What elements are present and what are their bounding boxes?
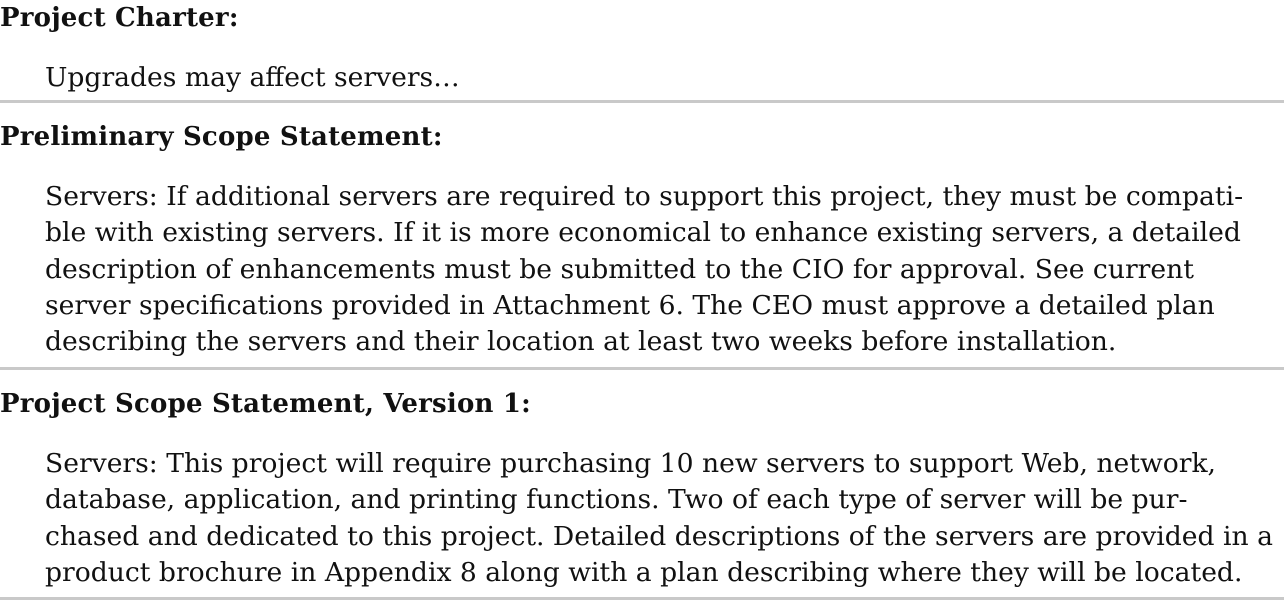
- section-text-line: chased and dedicated to this project. De…: [45, 521, 1273, 552]
- section-text-line: server specifications provided in Attach…: [45, 290, 1215, 321]
- section-text-line: Upgrades may affect servers…: [45, 62, 460, 93]
- section-heading-project-charter: Project Charter:: [0, 3, 239, 33]
- section-text-line: product brochure in Appendix 8 along wit…: [45, 557, 1243, 588]
- section-text-line: Servers: If additional servers are requi…: [45, 181, 1244, 212]
- section-text-line: description of enhancements must be subm…: [45, 254, 1194, 285]
- section-text-line: describing the servers and their locatio…: [45, 326, 1117, 357]
- section-text-line: ble with existing servers. If it is more…: [45, 217, 1241, 248]
- section-text-line: Servers: This project will require purch…: [45, 448, 1217, 479]
- section-text-line: database, application, and printing func…: [45, 484, 1188, 515]
- section-divider: [0, 100, 1284, 103]
- section-heading-preliminary-scope-statement: Preliminary Scope Statement:: [0, 122, 443, 152]
- section-divider: [0, 367, 1284, 370]
- section-heading-project-scope-statement-v1: Project Scope Statement, Version 1:: [0, 389, 531, 419]
